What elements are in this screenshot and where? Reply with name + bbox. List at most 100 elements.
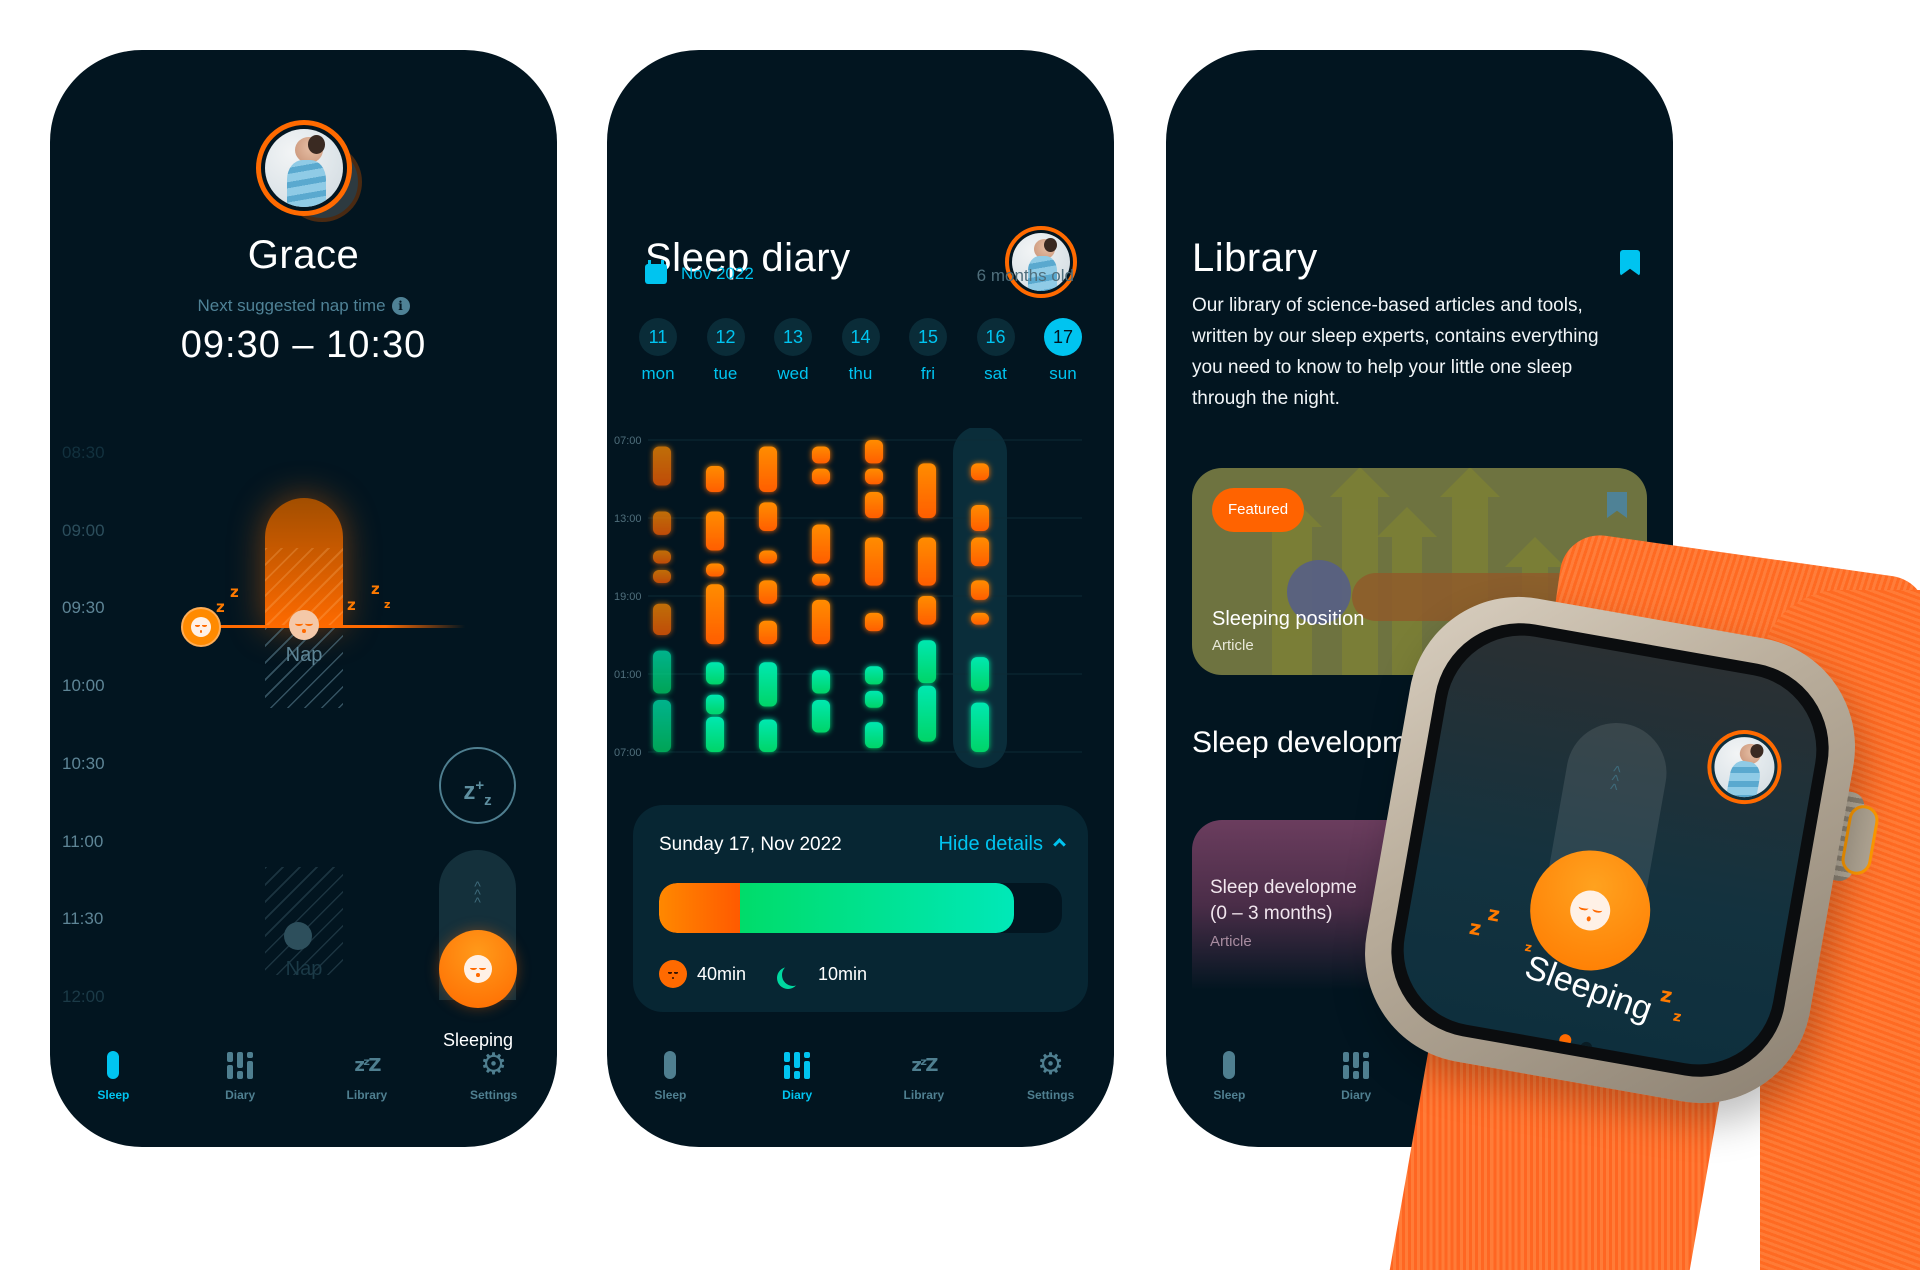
diary-bars-icon (227, 1051, 254, 1079)
day-tue[interactable]: 12 tue (701, 318, 751, 384)
night-segment-wed[interactable] (759, 662, 777, 707)
tab-sleep[interactable]: Sleep (607, 1050, 734, 1120)
nap-segment-fri[interactable] (865, 440, 883, 464)
timeline-label: 10:00 (62, 676, 105, 695)
day-thu[interactable]: 14 thu (836, 318, 886, 384)
nap-segment-mon[interactable] (653, 570, 671, 583)
info-icon[interactable]: i (391, 297, 410, 315)
night-segment-wed[interactable] (759, 719, 777, 753)
tab-sleep[interactable]: Sleep (1166, 1050, 1293, 1120)
night-segment-sun[interactable] (971, 702, 989, 752)
nap-segment-sat[interactable] (918, 537, 936, 586)
tab-label: Settings (1026, 1088, 1075, 1102)
nap-segment-thu[interactable] (812, 599, 830, 645)
bookmark-icon[interactable] (1620, 250, 1640, 276)
sleeping-toggle-button[interactable] (439, 930, 517, 1008)
child-avatar[interactable] (1005, 226, 1077, 298)
nap-portion (659, 883, 740, 933)
day-wed[interactable]: 13 wed (768, 318, 818, 384)
nap-segment-sat[interactable] (918, 463, 936, 518)
nap-segment-fri[interactable] (865, 612, 883, 632)
day-name: thu (848, 364, 873, 383)
night-segment-fri[interactable] (865, 666, 883, 685)
nap-segment-fri[interactable] (865, 468, 883, 485)
add-nap-button[interactable]: z+z (439, 747, 516, 824)
current-nap-block[interactable] (265, 498, 343, 628)
nap-legend: 40min (659, 960, 746, 988)
nap-segment-sat[interactable] (918, 596, 936, 625)
tab-settings[interactable]: ⚙ Settings (987, 1050, 1114, 1120)
article-title: Sleep developme (0 – 3 months) (1210, 875, 1357, 927)
nap-segment-thu[interactable] (812, 524, 830, 564)
article-title-line: (0 – 3 months) (1210, 903, 1333, 924)
baby-photo (1709, 732, 1780, 802)
y-tick-label: 13:00 (614, 513, 642, 525)
day-mon[interactable]: 11 mon (633, 318, 683, 384)
nap-segment-wed[interactable] (759, 446, 777, 493)
nap-segment-sun[interactable] (971, 537, 989, 567)
nap-segment-tue[interactable] (706, 563, 724, 577)
bookmark-icon[interactable] (1607, 492, 1627, 518)
tab-label: Diary (782, 1088, 813, 1102)
timeline-label: 09:30 (62, 598, 105, 617)
night-segment-fri[interactable] (865, 722, 883, 749)
nap-segment-tue[interactable] (706, 466, 724, 492)
nap-segment-thu[interactable] (812, 446, 830, 464)
nap-segment-wed[interactable] (759, 502, 777, 531)
timeline-label: 11:00 (62, 832, 104, 851)
now-indicator-dot[interactable] (181, 607, 221, 647)
timeline-label: 12:00 (62, 987, 105, 1006)
night-segment-tue[interactable] (706, 662, 724, 685)
night-segment-sat[interactable] (918, 685, 936, 742)
nap-segment-mon[interactable] (653, 603, 671, 635)
nap-segment-sun[interactable] (971, 463, 989, 481)
detail-date: Sunday 17, Nov 2022 (659, 834, 842, 855)
sleeping-face-icon (289, 610, 319, 640)
nap-segment-wed[interactable] (759, 620, 777, 645)
night-segment-sun[interactable] (971, 657, 989, 691)
night-segment-thu[interactable] (812, 700, 830, 733)
tab-library[interactable]: zᶻZ Library (304, 1050, 431, 1120)
nap-segment-mon[interactable] (653, 446, 671, 486)
nap-segment-wed[interactable] (759, 550, 777, 564)
nap-segment-tue[interactable] (706, 584, 724, 645)
nap-segment-sun[interactable] (971, 505, 989, 531)
nap-segment-tue[interactable] (706, 511, 724, 551)
day-name: tue (713, 364, 738, 383)
child-avatar[interactable] (1701, 724, 1788, 810)
tab-sleep[interactable]: Sleep (50, 1050, 177, 1120)
night-segment-mon[interactable] (653, 700, 671, 752)
sleep-bar-icon (107, 1051, 120, 1079)
night-segment-tue[interactable] (706, 694, 724, 715)
nap-segment-mon[interactable] (653, 511, 671, 535)
nap-segment-fri[interactable] (865, 537, 883, 586)
tab-bar: Sleep Diary zᶻZ Library ⚙ Settings (50, 1050, 557, 1120)
tab-settings[interactable]: ⚙ Settings (430, 1050, 557, 1120)
hide-details-button[interactable]: Hide details (938, 833, 1066, 856)
zzz-decoration: z (371, 580, 380, 598)
nap-segment-mon[interactable] (653, 550, 671, 564)
tab-diary[interactable]: Diary (1293, 1050, 1420, 1120)
day-sun[interactable]: 17 sun (1038, 318, 1088, 384)
month-picker[interactable]: Nov 2022 (645, 260, 754, 284)
night-segment-sat[interactable] (918, 640, 936, 684)
child-avatar[interactable] (256, 120, 352, 216)
nap-segment-thu[interactable] (812, 468, 830, 485)
tab-diary[interactable]: Diary (734, 1050, 861, 1120)
nap-segment-thu[interactable] (812, 573, 830, 586)
next-nap-time: 09:30 – 10:30 (180, 324, 427, 366)
nap-segment-wed[interactable] (759, 580, 777, 604)
upcoming-nap-label: Nap (285, 958, 323, 980)
tab-library[interactable]: zᶻZ Library (861, 1050, 988, 1120)
day-fri[interactable]: 15 fri (903, 318, 953, 384)
nap-segment-sun[interactable] (971, 580, 989, 600)
tab-diary[interactable]: Diary (177, 1050, 304, 1120)
nap-segment-sun[interactable] (971, 612, 989, 625)
night-segment-tue[interactable] (706, 716, 724, 752)
night-segment-fri[interactable] (865, 690, 883, 708)
night-segment-mon[interactable] (653, 650, 671, 694)
night-legend: 10min (780, 960, 867, 988)
night-segment-thu[interactable] (812, 670, 830, 694)
nap-segment-fri[interactable] (865, 492, 883, 518)
day-sat[interactable]: 16 sat (971, 318, 1021, 384)
